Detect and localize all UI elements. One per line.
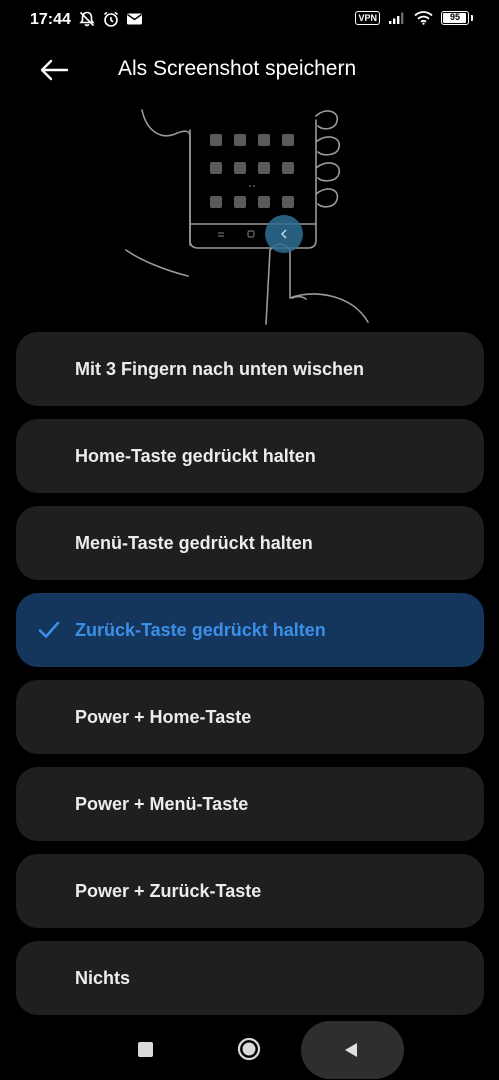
option-item[interactable]: Nichts [16,941,484,1015]
wifi-icon [414,11,433,25]
option-item[interactable]: Menü-Taste gedrückt halten [16,506,484,580]
option-item[interactable]: Power + Menü-Taste [16,767,484,841]
shortcut-options-list: Mit 3 Fingern nach unten wischen Home-Ta… [16,332,484,1028]
navigation-bar [0,1018,499,1080]
home-circle-icon[interactable] [237,1037,261,1061]
option-label: Power + Menü-Taste [75,794,249,814]
checkmark-icon [38,621,60,638]
back-triangle-icon [345,1043,357,1057]
status-bar: 17:44 VPN 95 [0,0,499,42]
option-item[interactable]: Mit 3 Fingern nach unten wischen [16,332,484,406]
option-label: Menü-Taste gedrückt halten [75,533,313,553]
battery-icon: 95 [441,11,469,25]
option-label: Power + Zurück-Taste [75,881,262,901]
option-label: Power + Home-Taste [75,707,252,727]
alarm-clock-icon [103,11,119,27]
back-button[interactable] [34,54,74,86]
nav-back-button[interactable] [301,1021,404,1079]
status-notification-icons [78,10,143,28]
battery-tip [471,15,473,21]
arrow-left-icon [40,59,69,81]
phone-hand-illustration [125,109,369,325]
option-label: Zurück-Taste gedrückt halten [75,620,326,640]
option-item[interactable]: Home-Taste gedrückt halten [16,419,484,493]
page-title: Als Screenshot speichern [118,57,357,80]
option-label: Home-Taste gedrückt halten [75,446,316,466]
option-item[interactable]: Power + Zurück-Taste [16,854,484,928]
option-item[interactable]: Power + Home-Taste [16,680,484,754]
status-system-icons: VPN 95 [355,11,473,25]
gesture-illustration [120,100,382,332]
option-item-selected[interactable]: Zurück-Taste gedrückt halten [16,593,484,667]
bell-muted-icon [79,11,95,27]
header: Als Screenshot speichern [0,50,499,90]
option-label: Nichts [75,968,131,988]
recents-square-icon[interactable] [138,1042,153,1057]
option-label: Mit 3 Fingern nach unten wischen [75,359,365,379]
battery-level: 95 [449,12,460,22]
signal-icon [389,12,404,24]
vpn-badge: VPN [355,11,380,25]
mail-icon [127,13,142,25]
status-time: 17:44 [30,11,71,28]
